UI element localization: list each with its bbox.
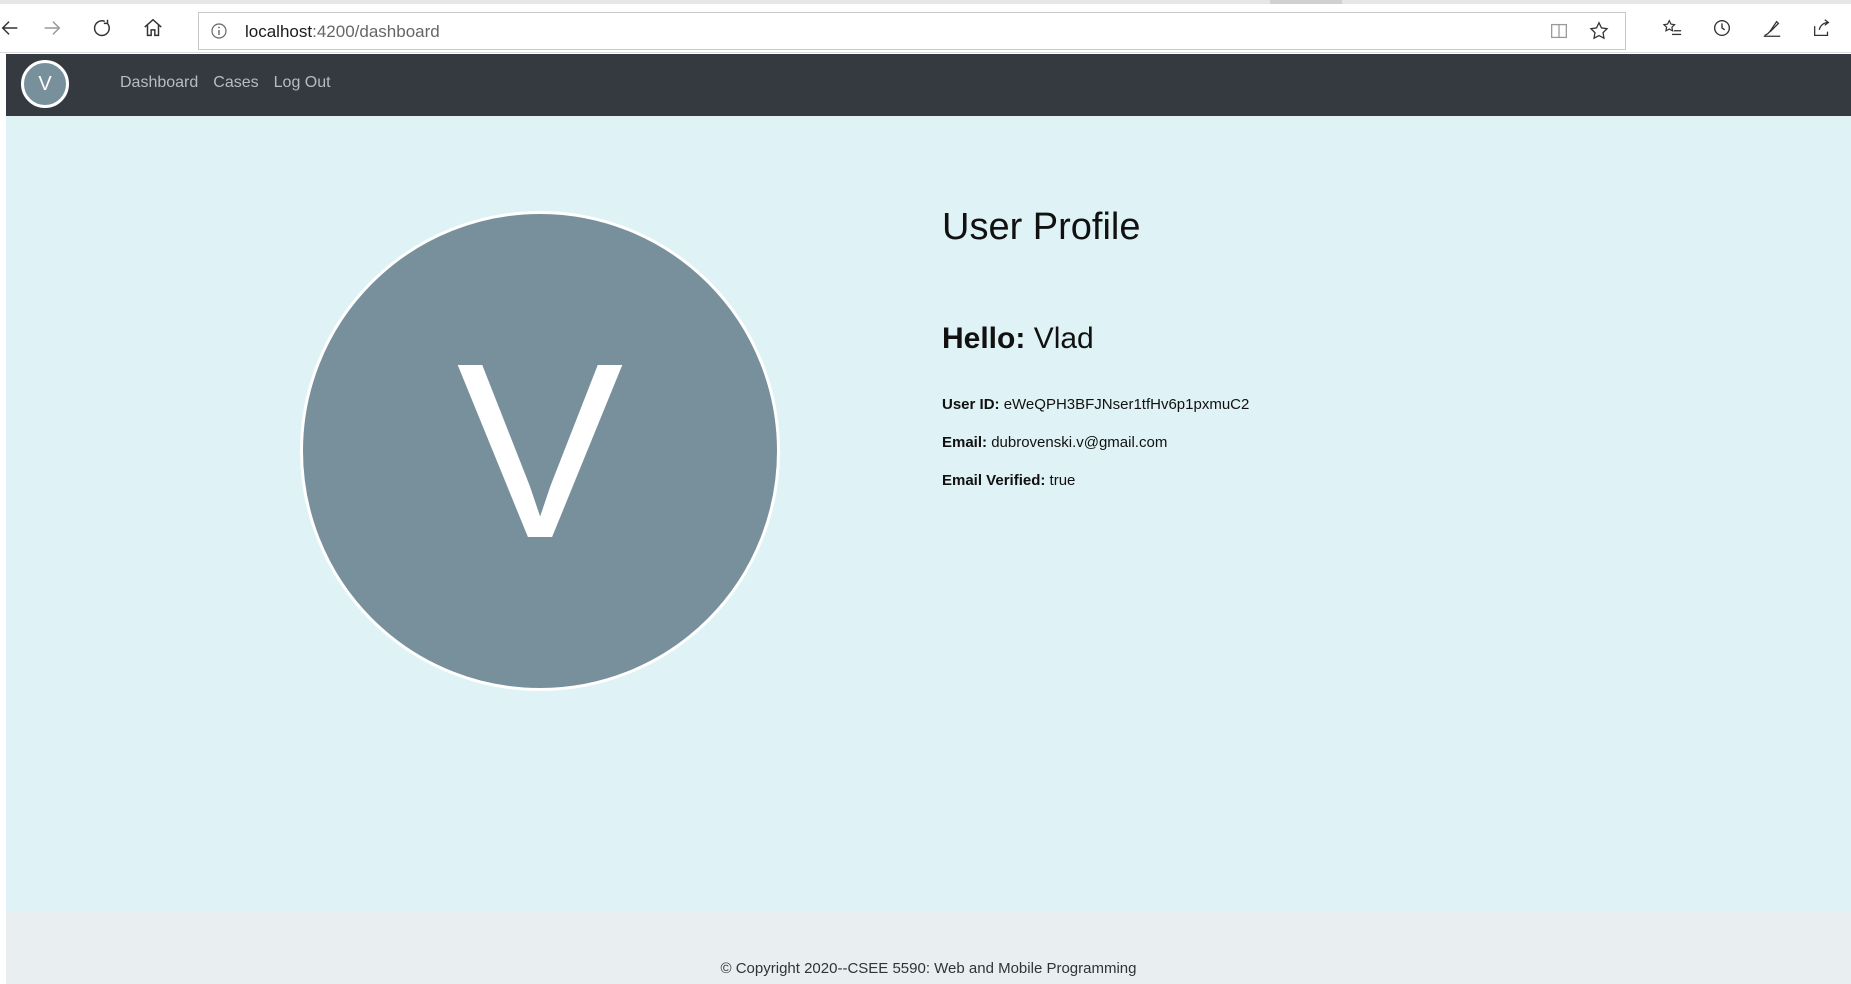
greeting-label: Hello: (942, 322, 1026, 355)
profile-avatar: V (300, 211, 780, 691)
forward-arrow-icon[interactable] (32, 8, 72, 48)
email-label: Email: (942, 434, 988, 451)
page-title: User Profile (942, 206, 1141, 248)
profile-details: User Profile Hello: Vlad User ID: eWeQPH… (942, 206, 1642, 489)
profile-section: V User Profile Hello: Vlad User ID: eWeQ… (6, 116, 1851, 912)
nav-links: Dashboard Cases Log Out (120, 74, 331, 92)
email-row: Email: dubrovenski.v@gmail.com (942, 434, 1167, 451)
home-icon[interactable] (133, 8, 173, 48)
url-host: localhost (245, 22, 313, 41)
favorites-list-icon[interactable] (1652, 8, 1692, 48)
email-verified-row: Email Verified: true (942, 472, 1075, 489)
user-id-label: User ID: (942, 396, 1000, 413)
share-icon[interactable] (1802, 8, 1842, 48)
browser-toolbar: localhost:4200/dashboard (0, 4, 1851, 53)
address-bar[interactable]: localhost:4200/dashboard (198, 12, 1626, 50)
reading-view-icon[interactable] (1539, 17, 1579, 45)
user-id-row: User ID: eWeQPH3BFJNser1tfHv6p1pxmuC2 (942, 396, 1249, 413)
footer: © Copyright 2020--CSEE 5590: Web and Mob… (6, 912, 1851, 984)
nav-link-logout[interactable]: Log Out (274, 74, 331, 92)
url-text[interactable]: localhost:4200/dashboard (245, 22, 440, 42)
info-icon[interactable] (209, 21, 229, 41)
email-value: dubrovenski.v@gmail.com (991, 434, 1168, 451)
greeting-name: Vlad (1033, 322, 1094, 355)
nav-link-cases[interactable]: Cases (213, 74, 258, 92)
history-icon[interactable] (1702, 8, 1742, 48)
pen-icon[interactable] (1752, 8, 1792, 48)
star-icon[interactable] (1579, 17, 1619, 45)
email-verified-label: Email Verified: (942, 472, 1046, 489)
url-path: :4200/dashboard (312, 22, 440, 41)
email-verified-value: true (1049, 472, 1076, 489)
refresh-icon[interactable] (82, 8, 122, 48)
user-id-value: eWeQPH3BFJNser1tfHv6p1pxmuC2 (1003, 396, 1250, 413)
copyright-text: © Copyright 2020--CSEE 5590: Web and Mob… (720, 960, 1137, 977)
back-arrow-icon[interactable] (0, 8, 30, 48)
nav-link-dashboard[interactable]: Dashboard (120, 74, 198, 92)
greeting: Hello: Vlad (942, 322, 1094, 356)
app-navbar: V Dashboard Cases Log Out (6, 54, 1851, 116)
navbar-avatar[interactable]: V (21, 60, 69, 108)
